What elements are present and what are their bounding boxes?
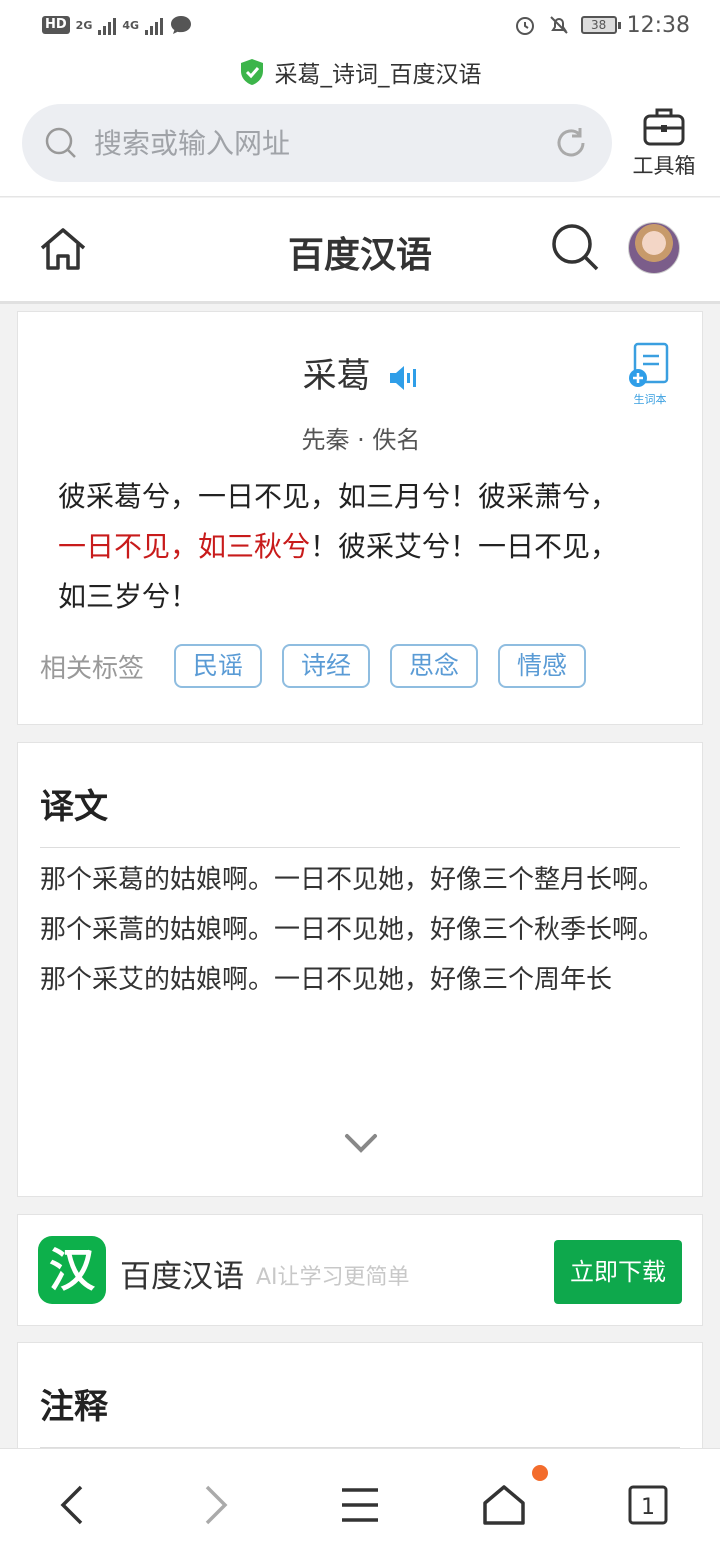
site-header: 百度汉语: [0, 198, 720, 304]
home-icon: [483, 1485, 525, 1525]
notes-title: 注释: [40, 1387, 108, 1427]
menu-icon: [342, 1488, 378, 1522]
search-icon: [45, 127, 76, 158]
search-icon: [552, 224, 599, 271]
app-logo-icon: 汉: [38, 1236, 106, 1304]
poem-line: 如三岁兮！: [58, 580, 199, 613]
toolbox-icon: [643, 108, 685, 146]
search-input[interactable]: [94, 126, 552, 160]
poem-line-rest: ！彼采艾兮！一日不见，: [310, 530, 619, 563]
app-promo-card: 汉 百度汉语 AI让学习更简单 立即下载: [17, 1214, 703, 1326]
divider: [40, 847, 680, 848]
tab-count: 1: [641, 1495, 655, 1520]
home-nav-button[interactable]: [476, 1477, 532, 1533]
user-avatar[interactable]: [628, 222, 680, 274]
tag-qinggan[interactable]: 情感: [498, 644, 587, 688]
poem-line: 一日不见，如三秋兮！彼采艾兮！一日不见，: [58, 522, 668, 572]
battery-icon: 38: [580, 16, 621, 34]
status-right: 38 12:38: [513, 13, 690, 38]
vocab-add-icon: [629, 342, 669, 387]
chevron-down-icon: [345, 1134, 377, 1153]
app-name: 百度汉语: [120, 1259, 244, 1295]
chevron-left-icon: [60, 1485, 83, 1525]
toolbox-button[interactable]: 工具箱: [628, 104, 700, 184]
notes-card: 注释: [17, 1342, 703, 1462]
browser-toolbar: 工具箱: [0, 94, 720, 197]
app-slogan: AI让学习更简单: [256, 1265, 410, 1290]
mute-bell-icon: [549, 16, 568, 34]
site-search-button[interactable]: [550, 222, 600, 276]
poem-author: 先秦 · 佚名: [301, 426, 421, 454]
vocab-book-button[interactable]: 生词本: [626, 340, 674, 407]
secure-shield-icon: [240, 59, 263, 85]
translation-line: 那个采艾的姑娘啊。一日不见她，好像三个周年长: [40, 965, 613, 995]
expand-button[interactable]: [344, 1133, 378, 1157]
page-title: 采葛_诗词_百度汉语: [274, 62, 482, 88]
poem-card: 采葛 生词本 先秦 · 佚名 彼采葛兮，一日不见，如三月兮！彼采萧兮， 一日不见…: [17, 311, 703, 725]
poem-title: 采葛: [302, 356, 371, 396]
notification-dot: [532, 1465, 548, 1481]
message-icon: [171, 16, 192, 34]
address-bar[interactable]: [22, 104, 612, 182]
tabs-icon: 1: [628, 1485, 668, 1525]
tabs-button[interactable]: 1: [620, 1477, 676, 1533]
forward-button[interactable]: [188, 1477, 244, 1533]
chevron-right-icon: [205, 1485, 228, 1525]
tag-shijing[interactable]: 诗经: [282, 644, 371, 688]
translation-text: 那个采葛的姑娘啊。一日不见她，好像三个整月长啊。 那个采蒿的姑娘啊。一日不见她，…: [40, 855, 690, 1005]
translation-line: 那个采葛的姑娘啊。一日不见她，好像三个整月长啊。: [40, 865, 665, 895]
signal-icon: [98, 15, 117, 35]
status-left: HD 2G 4G: [42, 14, 193, 36]
bottom-nav: 1: [0, 1448, 720, 1560]
poem-line: 彼采葛兮，一日不见，如三月兮！彼采萧兮，: [58, 480, 619, 513]
vocab-book-label: 生词本: [633, 393, 667, 406]
tag-minyao[interactable]: 民谣: [174, 644, 263, 688]
page-title-row: 采葛_诗词_百度汉语: [0, 50, 720, 94]
signal-icon-2: [145, 15, 164, 35]
network-4g-label: 4G: [122, 18, 140, 32]
poem-title-row: 采葛: [18, 348, 704, 397]
poem-highlight[interactable]: 一日不见，如三秋兮: [58, 530, 310, 563]
speaker-icon[interactable]: [387, 363, 419, 393]
translation-title: 译文: [40, 787, 108, 827]
download-button[interactable]: 立即下载: [554, 1240, 682, 1304]
clock-time: 12:38: [626, 12, 690, 38]
alarm-icon: [515, 17, 534, 35]
translation-line: 那个采蒿的姑娘啊。一日不见她，好像三个秋季长啊。: [40, 915, 665, 945]
poem-text: 彼采葛兮，一日不见，如三月兮！彼采萧兮， 一日不见，如三秋兮！彼采艾兮！一日不见…: [58, 472, 668, 622]
hd-indicator: HD: [42, 16, 70, 34]
site-title: 百度汉语: [287, 235, 432, 276]
toolbox-label: 工具箱: [632, 154, 696, 178]
tag-sinian[interactable]: 思念: [390, 644, 479, 688]
status-bar: HD 2G 4G 38 12:38: [0, 0, 720, 50]
translation-card: 译文 那个采葛的姑娘啊。一日不见她，好像三个整月长啊。 那个采蒿的姑娘啊。一日不…: [17, 742, 703, 1197]
tags-label: 相关标签: [40, 653, 145, 684]
back-button[interactable]: [44, 1477, 100, 1533]
network-2g-label: 2G: [75, 18, 93, 32]
refresh-icon[interactable]: [552, 124, 590, 162]
related-tags: 相关标签 民谣 诗经 思念 情感: [40, 644, 587, 688]
menu-button[interactable]: [332, 1477, 388, 1533]
